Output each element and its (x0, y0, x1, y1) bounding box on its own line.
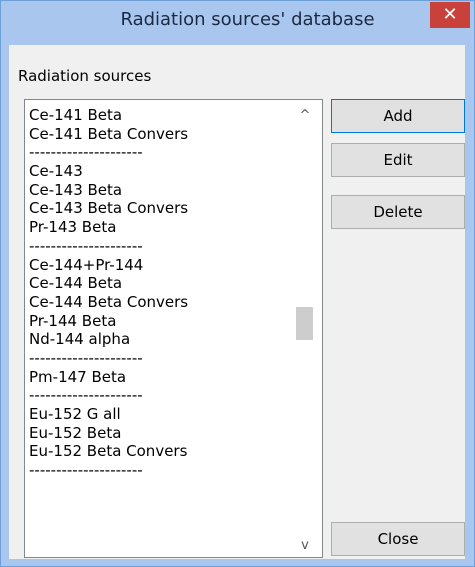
list-item[interactable]: Ce-141 Beta Convers (29, 125, 289, 144)
scroll-up-icon[interactable]: ^ (288, 105, 322, 127)
edit-button[interactable]: Edit (331, 143, 465, 177)
radiation-sources-label: Radiation sources (18, 67, 152, 85)
list-item[interactable]: Pr-144 Beta (29, 312, 289, 331)
radiation-sources-list[interactable]: Ce-141 Beta Ce-141 Beta Convers ----------… (24, 99, 323, 558)
list-item[interactable]: Pm-147 Beta (29, 368, 289, 387)
list-item[interactable]: Ce-144+Pr-144 (29, 256, 289, 275)
list-item[interactable]: Ce-143 Beta Convers (29, 199, 289, 218)
scroll-down-icon[interactable]: v (288, 535, 322, 557)
list-item[interactable]: --------------------- (29, 143, 289, 162)
list-item[interactable]: Eu-152 Beta (29, 424, 289, 443)
scroll-thumb[interactable] (296, 307, 313, 340)
list-item[interactable]: Eu-152 Beta Convers (29, 442, 289, 461)
close-icon[interactable]: ✕ (430, 2, 470, 28)
list-item[interactable]: --------------------- (29, 349, 289, 368)
list-item[interactable]: Nd-144 alpha (29, 330, 289, 349)
list-item[interactable]: Ce-144 Beta (29, 274, 289, 293)
delete-button[interactable]: Delete (331, 195, 465, 229)
list-item[interactable]: Ce-144 Beta Convers (29, 293, 289, 312)
list-item[interactable]: --------------------- (29, 461, 289, 480)
list-item[interactable]: Eu-152 G all (29, 405, 289, 424)
close-button[interactable]: Close (331, 522, 465, 556)
add-button[interactable]: Add (331, 99, 465, 133)
list-item[interactable]: --------------------- (29, 237, 289, 256)
title-bar[interactable]: Radiation sources' database ✕ (1, 1, 474, 45)
list-item[interactable]: Pr-143 Beta (29, 218, 289, 237)
list-items: Ce-141 Beta Ce-141 Beta Convers ----------… (29, 106, 289, 480)
list-item[interactable]: Ce-141 Beta (29, 106, 289, 125)
list-scrollbar[interactable]: ^ v (288, 100, 322, 557)
list-item[interactable]: Ce-143 Beta (29, 181, 289, 200)
list-item[interactable]: --------------------- (29, 386, 289, 405)
window-title: Radiation sources' database (120, 9, 375, 30)
list-item[interactable]: Ce-143 (29, 162, 289, 181)
